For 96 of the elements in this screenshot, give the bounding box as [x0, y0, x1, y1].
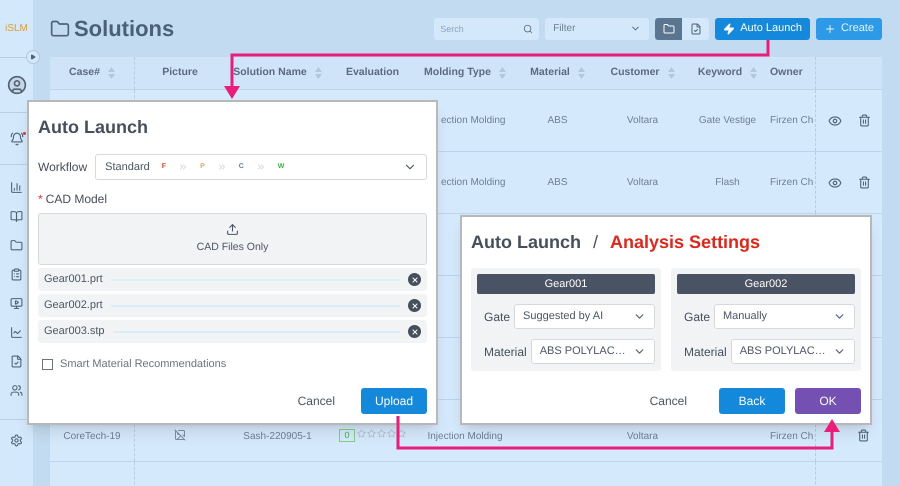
field-label: Material [684, 344, 727, 360]
column-header: Owner [770, 65, 803, 80]
column-header: Evaluation [346, 65, 400, 80]
table-cell-text: Voltara [626, 430, 658, 444]
dialog-subtitle: Analysis Settings [610, 231, 760, 254]
column-header: Customer [610, 65, 660, 80]
plus-icon [824, 22, 836, 34]
table-cell-text: Sash-220905-1 [243, 430, 312, 444]
table-cell-text: Voltara [626, 176, 658, 190]
cancel-button[interactable]: Cancel [292, 388, 341, 414]
ok-button[interactable]: OK [795, 388, 861, 414]
folder-view-toggle[interactable] [655, 18, 682, 40]
field-label: Gate [684, 308, 710, 326]
table-cell-text: ection Molding [441, 176, 506, 190]
clipboard-icon[interactable] [10, 268, 23, 281]
folder-icon[interactable] [10, 239, 23, 252]
double-chevron-icon [256, 162, 266, 172]
view-icon[interactable] [828, 114, 842, 128]
table-cell-text: ABS [547, 114, 568, 128]
column-header: Keyword [698, 65, 742, 80]
line-chart-icon[interactable] [10, 326, 23, 339]
back-button[interactable]: Back [719, 388, 785, 414]
checkbox-label: Smart Material Recommendations [60, 357, 226, 372]
page-title: Solutions [74, 15, 174, 43]
table-cell-text: Injection Molding [427, 430, 503, 444]
part-name-header: Gear002 [677, 274, 855, 294]
column-header: Molding Type [424, 65, 491, 80]
double-chevron-icon [178, 162, 188, 172]
table-cell-text: ABS [547, 176, 568, 190]
user-avatar-icon[interactable] [6, 75, 26, 95]
dialog-title: Auto Launch [471, 231, 581, 254]
star-icon [376, 429, 386, 438]
column-header: Solution Name [233, 65, 307, 80]
upload-button[interactable]: Upload [361, 388, 427, 414]
document-view-toggle[interactable] [682, 18, 710, 40]
delete-icon[interactable] [857, 429, 870, 442]
star-icon [396, 429, 406, 438]
column-header: Picture [162, 65, 198, 80]
search-field[interactable]: Serch [434, 18, 540, 40]
material-select[interactable]: ABS POLYLAC… [530, 339, 655, 364]
bar-chart-icon[interactable] [10, 181, 23, 194]
file-check-icon [690, 22, 702, 34]
remove-file-icon[interactable] [408, 325, 421, 338]
folder-icon [662, 22, 675, 34]
file-name: Gear001.prt [44, 272, 103, 288]
column-header: Material [530, 65, 570, 80]
team-icon[interactable] [10, 384, 23, 397]
lightning-icon [723, 22, 736, 34]
field-label: Workflow [38, 159, 88, 176]
folder-icon [50, 18, 70, 38]
remove-file-icon[interactable] [408, 273, 421, 286]
auto-launch-button[interactable]: Auto Launch [715, 18, 810, 40]
remove-file-icon[interactable] [408, 299, 421, 312]
field-label: Material [484, 344, 527, 360]
part-name-header: Gear001 [477, 274, 655, 294]
cancel-button[interactable]: Cancel [642, 388, 695, 414]
upload-icon [226, 222, 239, 236]
table-cell-text: Firzen Ch [770, 176, 814, 190]
column-header: Case# [69, 65, 100, 80]
table-cell-text: CoreTech-19 [63, 430, 121, 444]
table-cell-text: ection Molding [441, 114, 506, 128]
notification-button[interactable] [10, 132, 24, 146]
table-cell-text: Voltara [626, 114, 658, 128]
star-icon [366, 429, 376, 438]
logo: iSLM [5, 22, 28, 36]
file-name: Gear002.prt [44, 298, 103, 314]
upload-dropzone[interactable]: CAD Files Only [38, 213, 427, 265]
dialog-title: Auto Launch [38, 116, 149, 139]
settings-icon[interactable] [10, 434, 23, 447]
table-cell-text: Gate Vestige [698, 114, 756, 128]
star-icon [386, 429, 396, 438]
book-icon[interactable] [10, 210, 23, 223]
file-name: Gear003.stp [44, 324, 105, 340]
material-select[interactable]: ABS POLYLAC… [730, 339, 855, 364]
no-image-icon [174, 429, 186, 441]
table-cell-text: Firzen Ch [770, 430, 814, 444]
field-label: CAD Model [46, 191, 108, 208]
screen-icon[interactable] [10, 297, 23, 310]
checkbox[interactable] [42, 358, 53, 370]
star-icon [356, 429, 366, 438]
play-icon [30, 54, 36, 60]
score-badge: 0 [339, 429, 354, 442]
delete-icon[interactable] [858, 114, 870, 127]
gate-select[interactable]: Suggested by AI [514, 304, 655, 329]
sidebar-toggle-button[interactable] [26, 50, 40, 64]
file-check-icon[interactable] [10, 355, 23, 368]
table-cell-text: Firzen Ch [770, 114, 814, 128]
table-cell-text: Flash [715, 176, 740, 190]
delete-icon[interactable] [858, 176, 870, 189]
gate-select[interactable]: Manually [714, 304, 855, 329]
breadcrumb-separator: / [593, 231, 598, 254]
view-icon[interactable] [828, 176, 842, 190]
search-icon [523, 24, 534, 34]
double-chevron-icon [216, 162, 227, 172]
required-mark: * [38, 191, 43, 208]
field-label: Gate [484, 308, 510, 326]
